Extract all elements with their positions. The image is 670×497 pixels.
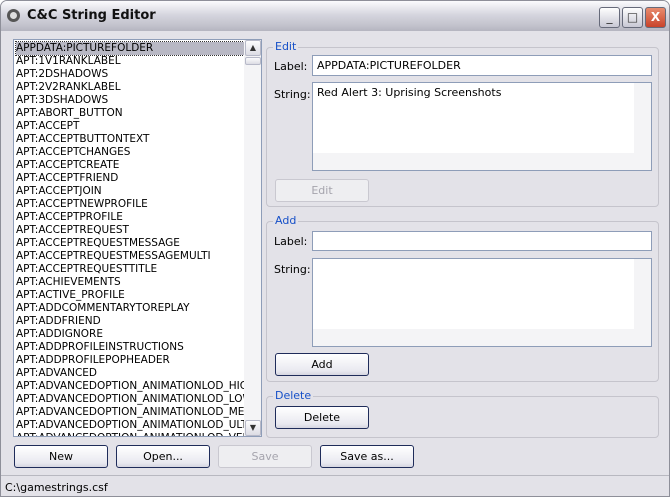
app-gear-icon bbox=[7, 9, 20, 22]
add-string-caption: String: bbox=[274, 263, 311, 276]
list-item[interactable]: APT:2V2RANKLABEL bbox=[16, 81, 244, 94]
scroll-thumb[interactable] bbox=[245, 57, 261, 65]
status-bar: C:\gamestrings.csf bbox=[1, 475, 669, 496]
scroll-up-icon[interactable]: ▲ bbox=[245, 40, 261, 56]
add-label-input[interactable] bbox=[312, 231, 652, 251]
list-item[interactable]: APT:ACCEPTFRIEND bbox=[16, 172, 244, 185]
list-item[interactable]: APT:ACCEPTCREATE bbox=[16, 159, 244, 172]
list-item[interactable]: APT:ADVANCEDOPTION_ANIMATIONLOD_MED bbox=[16, 406, 244, 419]
list-item[interactable]: APT:ADVANCEDOPTION_ANIMATIONLOD_HIGH bbox=[16, 380, 244, 393]
list-item[interactable]: APT:ADDIGNORE bbox=[16, 328, 244, 341]
list-item[interactable]: APT:ACCEPTREQUEST bbox=[16, 224, 244, 237]
list-item[interactable]: APT:ACCEPTREQUESTMESSAGEMULTI bbox=[16, 250, 244, 263]
open-button[interactable]: Open... bbox=[116, 445, 210, 468]
edit-label-caption: Label: bbox=[274, 60, 308, 73]
add-button[interactable]: Add bbox=[275, 353, 369, 376]
close-button[interactable]: X bbox=[645, 7, 666, 28]
list-item[interactable]: APT:ADDPROFILEPOPHEADER bbox=[16, 354, 244, 367]
list-item[interactable]: APT:ACHIEVEMENTS bbox=[16, 276, 244, 289]
list-item[interactable]: APT:ACTIVE_PROFILE bbox=[16, 289, 244, 302]
delete-button[interactable]: Delete bbox=[275, 406, 369, 429]
list-item[interactable]: APT:ACCEPTCHANGES bbox=[16, 146, 244, 159]
list-item[interactable]: APT:ADVANCEDOPTION_ANIMATIONLOD_VERY bbox=[16, 432, 244, 436]
edit-label-input[interactable]: APPDATA:PICTUREFOLDER bbox=[312, 55, 652, 76]
new-button[interactable]: New bbox=[14, 445, 108, 468]
list-item[interactable]: APT:ACCEPTREQUESTMESSAGE bbox=[16, 237, 244, 250]
list-item[interactable]: APT:ADDPROFILEINSTRUCTIONS bbox=[16, 341, 244, 354]
edit-group: Edit Label: APPDATA:PICTUREFOLDER String… bbox=[266, 40, 659, 207]
delete-group-label: Delete bbox=[273, 389, 314, 402]
edit-string-hscroll[interactable] bbox=[313, 153, 651, 170]
maximize-button[interactable]: □ bbox=[622, 7, 643, 28]
list-item[interactable]: APT:ADDCOMMENTARYTOREPLAY bbox=[16, 302, 244, 315]
scroll-down-icon[interactable]: ▼ bbox=[245, 420, 261, 436]
list-item[interactable]: APT:ACCEPTREQUESTTITLE bbox=[16, 263, 244, 276]
status-file-path: C:\gamestrings.csf bbox=[5, 481, 108, 494]
title-bar[interactable]: C&C String Editor _ □ X bbox=[1, 1, 669, 31]
list-item[interactable]: APT:ACCEPTNEWPROFILE bbox=[16, 198, 244, 211]
minimize-button[interactable]: _ bbox=[599, 7, 620, 28]
save-as-button[interactable]: Save as... bbox=[320, 445, 414, 468]
add-string-hscroll[interactable] bbox=[313, 329, 651, 346]
edit-string-text: Red Alert 3: Uprising Screenshots bbox=[317, 86, 502, 99]
list-item[interactable]: APT:3DSHADOWS bbox=[16, 94, 244, 107]
list-item[interactable]: APT:1V1RANKLABEL bbox=[16, 55, 244, 68]
list-item[interactable]: APT:ADVANCED bbox=[16, 367, 244, 380]
add-group: Add Label: String: Add bbox=[266, 214, 659, 382]
add-group-label: Add bbox=[273, 214, 299, 227]
list-item[interactable]: APT:ADVANCEDOPTION_ANIMATIONLOD_ULTRA bbox=[16, 419, 244, 432]
list-item[interactable]: APT:ACCEPTBUTTONTEXT bbox=[16, 133, 244, 146]
list-scrollbar[interactable]: ▲ ▼ bbox=[244, 40, 261, 436]
list-item[interactable]: APT:ABORT_BUTTON bbox=[16, 107, 244, 120]
edit-group-label: Edit bbox=[273, 40, 299, 53]
list-item[interactable]: APT:ACCEPTPROFILE bbox=[16, 211, 244, 224]
edit-string-textarea[interactable]: Red Alert 3: Uprising Screenshots bbox=[312, 82, 652, 171]
list-item[interactable]: APPDATA:PICTUREFOLDER bbox=[15, 41, 245, 56]
add-string-textarea[interactable] bbox=[312, 258, 652, 347]
window-title: C&C String Editor bbox=[27, 8, 156, 23]
add-label-caption: Label: bbox=[274, 235, 308, 248]
list-item[interactable]: APT:ADVANCEDOPTION_ANIMATIONLOD_LOW bbox=[16, 393, 244, 406]
string-list[interactable]: APPDATA:PICTUREFOLDER APT:1V1RANKLABEL APT… bbox=[13, 39, 262, 437]
list-item[interactable]: APT:ACCEPT bbox=[16, 120, 244, 133]
edit-string-caption: String: bbox=[274, 88, 311, 101]
save-button[interactable]: Save bbox=[218, 445, 312, 468]
edit-button[interactable]: Edit bbox=[275, 179, 369, 202]
list-item[interactable]: APT:ACCEPTJOIN bbox=[16, 185, 244, 198]
main-window: C&C String Editor _ □ X APPDATA:PICTUREF… bbox=[0, 0, 670, 497]
list-item[interactable]: APT:ADDFRIEND bbox=[16, 315, 244, 328]
delete-group: Delete Delete bbox=[266, 389, 659, 438]
list-item[interactable]: APT:2DSHADOWS bbox=[16, 68, 244, 81]
